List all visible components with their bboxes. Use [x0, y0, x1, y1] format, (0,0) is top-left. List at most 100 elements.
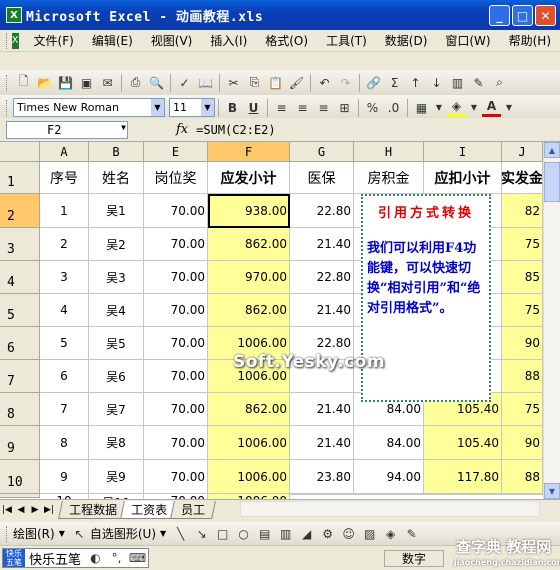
- close-button[interactable]: ✕: [535, 5, 556, 26]
- table-cell[interactable]: 吴9: [89, 460, 144, 494]
- permission-icon[interactable]: ▣: [77, 73, 96, 92]
- table-cell[interactable]: 2: [40, 228, 89, 261]
- chevron-down-icon[interactable]: ▼: [503, 98, 515, 117]
- clipart-icon[interactable]: ☺: [339, 524, 358, 543]
- menu-format[interactable]: 格式(O): [256, 32, 317, 49]
- open-icon[interactable]: 📂: [35, 73, 54, 92]
- punctuation-icon[interactable]: °,: [107, 549, 126, 568]
- excel-app-icon[interactable]: X: [6, 7, 22, 23]
- column-header-E[interactable]: E: [144, 142, 208, 162]
- table-cell[interactable]: 吴6: [89, 360, 144, 393]
- sheet-tab-salary[interactable]: 工资表: [120, 500, 178, 519]
- table-cell[interactable]: 22.80: [290, 194, 354, 228]
- table-cell[interactable]: 23.80: [290, 460, 354, 494]
- align-right-icon[interactable]: ≡: [314, 98, 333, 117]
- print-icon[interactable]: ⎙: [126, 73, 145, 92]
- scroll-thumb[interactable]: [544, 162, 560, 202]
- vertical-textbox-icon[interactable]: ▥: [276, 524, 295, 543]
- row-header[interactable]: 6: [0, 327, 40, 360]
- draw-menu[interactable]: 绘图(R): [13, 525, 55, 542]
- table-cell[interactable]: 21.40: [290, 294, 354, 327]
- table-cell[interactable]: 938.00: [208, 194, 290, 228]
- row-header[interactable]: 7: [0, 360, 40, 393]
- table-cell[interactable]: 21.40: [290, 426, 354, 460]
- font-color-icon[interactable]: A: [482, 98, 501, 117]
- table-cell[interactable]: 1006.00: [208, 426, 290, 460]
- menu-file[interactable]: 文件(F): [25, 32, 83, 49]
- font-name-select[interactable]: Times New Roman ▼: [13, 98, 165, 117]
- table-cell[interactable]: [290, 494, 354, 495]
- table-cell[interactable]: 94.00: [354, 460, 424, 494]
- select-all-corner[interactable]: [0, 142, 40, 162]
- redo-icon[interactable]: ↷: [336, 73, 355, 92]
- table-cell[interactable]: 21.40: [290, 393, 354, 426]
- table-cell[interactable]: 970.00: [208, 261, 290, 294]
- table-cell[interactable]: 吴7: [89, 393, 144, 426]
- sort-ascending-icon[interactable]: ↑: [406, 73, 425, 92]
- table-cell[interactable]: 862.00: [208, 294, 290, 327]
- table-cell[interactable]: 84.00: [354, 426, 424, 460]
- chevron-down-icon[interactable]: ▼: [151, 99, 164, 116]
- prev-sheet-icon[interactable]: ◀: [14, 505, 28, 515]
- first-sheet-icon[interactable]: |◀: [0, 505, 14, 515]
- table-cell[interactable]: 70.00: [144, 360, 208, 393]
- toolbar-grip[interactable]: [6, 525, 9, 542]
- copy-icon[interactable]: ⎘: [245, 73, 264, 92]
- cut-icon[interactable]: ✂: [224, 73, 243, 92]
- table-cell[interactable]: 70.00: [144, 460, 208, 494]
- column-header-F[interactable]: F: [208, 142, 290, 162]
- research-icon[interactable]: 📖: [196, 73, 215, 92]
- row-header[interactable]: 5: [0, 294, 40, 327]
- table-cell[interactable]: 88: [502, 460, 543, 494]
- autoshapes-menu[interactable]: 自选图形(U): [90, 525, 156, 542]
- undo-icon[interactable]: ↶: [315, 73, 334, 92]
- table-cell[interactable]: 吴2: [89, 228, 144, 261]
- name-box[interactable]: F2 ▼: [6, 120, 128, 139]
- table-cell[interactable]: 21.40: [290, 228, 354, 261]
- table-cell[interactable]: 70.00: [144, 194, 208, 228]
- vertical-scrollbar[interactable]: ▲ ▼: [543, 142, 560, 499]
- table-cell[interactable]: 862.00: [208, 393, 290, 426]
- column-header-I[interactable]: I: [424, 142, 502, 162]
- email-icon[interactable]: ✉: [98, 73, 117, 92]
- print-preview-icon[interactable]: 🔍: [147, 73, 166, 92]
- chevron-down-icon[interactable]: ▼: [59, 529, 65, 538]
- table-cell[interactable]: 105.40: [424, 426, 502, 460]
- hyperlink-icon[interactable]: 🔗: [364, 73, 383, 92]
- header-cell[interactable]: 实发金: [502, 162, 543, 194]
- next-sheet-icon[interactable]: ▶: [28, 505, 42, 515]
- chevron-down-icon[interactable]: ▼: [201, 99, 214, 116]
- table-cell[interactable]: 70.00: [144, 228, 208, 261]
- table-cell[interactable]: 88: [502, 360, 543, 393]
- scroll-up-icon[interactable]: ▲: [544, 142, 560, 158]
- align-center-icon[interactable]: ≡: [293, 98, 312, 117]
- column-header-G[interactable]: G: [290, 142, 354, 162]
- fill-color-icon[interactable]: ◈: [447, 98, 466, 117]
- table-cell[interactable]: 90: [502, 426, 543, 460]
- table-cell[interactable]: 75: [502, 393, 543, 426]
- table-cell[interactable]: 82: [502, 194, 543, 228]
- table-cell[interactable]: 862.00: [208, 228, 290, 261]
- maximize-button[interactable]: □: [512, 5, 533, 26]
- increase-decimal-icon[interactable]: .0: [384, 98, 403, 117]
- select-objects-icon[interactable]: ↖: [70, 524, 89, 543]
- table-cell[interactable]: 8: [40, 426, 89, 460]
- column-header-J[interactable]: J: [502, 142, 543, 162]
- drawing-icon[interactable]: ✎: [469, 73, 488, 92]
- rectangle-icon[interactable]: □: [213, 524, 232, 543]
- arrow-icon[interactable]: ↘: [192, 524, 211, 543]
- fill-color-icon[interactable]: ◈: [381, 524, 400, 543]
- menu-window[interactable]: 窗口(W): [436, 32, 499, 49]
- chevron-down-icon[interactable]: ▼: [433, 98, 445, 117]
- chevron-down-icon[interactable]: ▼: [121, 123, 126, 132]
- toolbar-grip[interactable]: [6, 74, 9, 91]
- table-cell[interactable]: 117.80: [424, 460, 502, 494]
- row-header[interactable]: 4: [0, 261, 40, 294]
- paste-icon[interactable]: 📋: [266, 73, 285, 92]
- header-cell[interactable]: 应发小计: [208, 162, 290, 194]
- chevron-down-icon[interactable]: ▼: [160, 529, 166, 538]
- formula-input[interactable]: =SUM(C2:E2): [196, 123, 275, 137]
- menu-insert[interactable]: 插入(I): [201, 32, 256, 49]
- table-cell[interactable]: 70.00: [144, 393, 208, 426]
- save-icon[interactable]: 💾: [56, 73, 75, 92]
